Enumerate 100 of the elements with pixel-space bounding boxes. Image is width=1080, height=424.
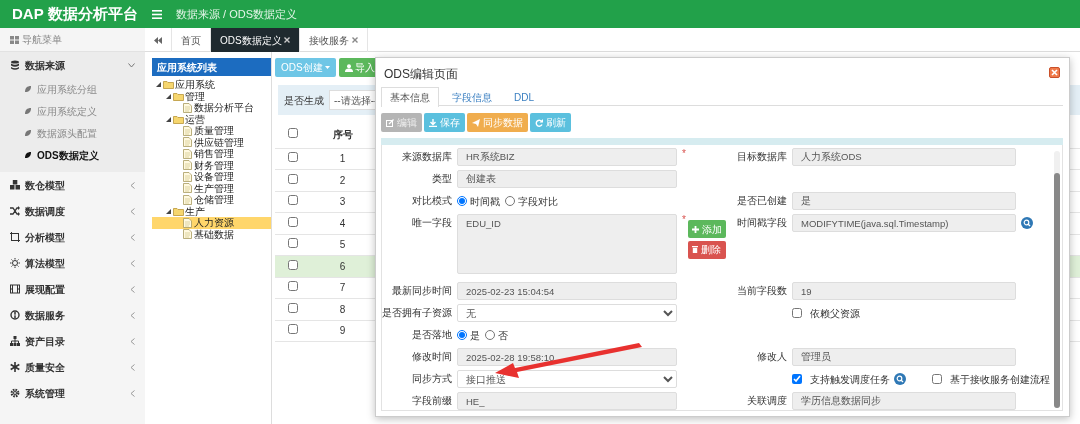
menu-item[interactable]: 展现配置 xyxy=(0,276,145,302)
row-checkbox[interactable] xyxy=(287,173,298,184)
menu-item-label: 数据来源 xyxy=(25,58,66,73)
tree-item[interactable]: 管理 xyxy=(152,90,271,102)
menu-item-label: 分析模型 xyxy=(25,230,66,245)
close-icon[interactable] xyxy=(284,37,291,43)
tree-item[interactable]: 财务管理 xyxy=(152,159,271,171)
tree-item[interactable]: 质量管理 xyxy=(152,125,271,137)
tab[interactable]: 基本信息 xyxy=(381,87,439,107)
submenu-item[interactable]: ODS数据定义 xyxy=(0,144,145,166)
row-checkbox[interactable] xyxy=(287,195,298,206)
cubes-icon xyxy=(10,180,20,190)
menu-item[interactable]: 数据调度 xyxy=(0,198,145,224)
search-icon[interactable] xyxy=(894,373,906,385)
row-checkbox[interactable] xyxy=(287,302,298,313)
chevron-left-icon xyxy=(130,337,135,345)
input-field[interactable]: HR系统BIZ xyxy=(457,148,677,166)
tree-item[interactable]: 生产管理 xyxy=(152,182,271,194)
radio-button[interactable] xyxy=(485,330,495,340)
row-checkbox[interactable] xyxy=(287,324,298,335)
menu-item[interactable]: 数据来源 xyxy=(0,52,145,78)
film-icon xyxy=(10,284,20,294)
input-field[interactable]: 管理员 xyxy=(792,348,1016,366)
input-field[interactable]: 是 xyxy=(792,192,1016,210)
checkbox[interactable] xyxy=(792,374,802,384)
tree-item[interactable]: 应用系统 xyxy=(152,79,271,91)
tree-item[interactable]: 生产 xyxy=(152,205,271,217)
document-icon xyxy=(183,137,192,148)
menu-icon[interactable] xyxy=(152,9,162,19)
field-label: 唯一字段 xyxy=(411,216,452,230)
tree-item[interactable]: 基础数据 xyxy=(152,228,271,240)
row-checkbox[interactable] xyxy=(287,152,298,163)
app-title: DAP 数据分析平台 xyxy=(11,3,139,24)
folder-icon xyxy=(163,80,174,90)
expanded-arrow-icon[interactable] xyxy=(166,116,171,122)
dialog-title: ODS编辑页面 xyxy=(384,66,459,82)
tab[interactable]: 接收服务 xyxy=(300,28,368,52)
tab[interactable]: DDL xyxy=(505,87,543,106)
tab[interactable]: 字段信息 xyxy=(443,87,501,106)
tree-item[interactable]: 销售管理 xyxy=(152,148,271,160)
chevron-left-icon xyxy=(130,233,135,241)
menu-item[interactable]: 质量安全 xyxy=(0,354,145,380)
radio-label: 是 xyxy=(470,328,480,343)
menu-item[interactable]: 系统管理 xyxy=(0,380,145,406)
input-field[interactable]: 学历信息数据同步 xyxy=(792,392,1016,410)
radio-button[interactable] xyxy=(505,196,515,206)
field-label: 关联调度 xyxy=(746,394,787,408)
input-field[interactable]: HE_ xyxy=(457,392,677,410)
row-checkbox[interactable] xyxy=(287,216,298,227)
radio-label: 否 xyxy=(498,328,508,343)
select-field[interactable]: 接口推送 xyxy=(457,370,677,388)
document-icon xyxy=(183,171,192,182)
tree-item[interactable]: 数据分析平台 xyxy=(152,102,271,114)
radio-button[interactable] xyxy=(457,196,467,206)
leaf-icon xyxy=(24,151,32,159)
sitemap-icon xyxy=(10,336,20,346)
menu-item[interactable]: 分析模型 xyxy=(0,224,145,250)
close-icon[interactable] xyxy=(1049,67,1060,78)
menu-item[interactable]: 资产目录 xyxy=(0,328,145,354)
field-label: 时间戳字段 xyxy=(736,216,787,230)
expanded-arrow-icon[interactable] xyxy=(156,82,161,88)
input-field[interactable]: MODIFYTIME(java.sql.Timestamp) xyxy=(792,214,1016,232)
select-all-checkbox[interactable] xyxy=(287,128,298,139)
input-field[interactable]: 19 xyxy=(792,282,1016,300)
field-label: 是否拥有子资源 xyxy=(382,306,452,320)
select-field[interactable]: 无 xyxy=(457,304,677,322)
row-checkbox[interactable] xyxy=(287,238,298,249)
document-icon xyxy=(183,183,192,194)
row-checkbox[interactable] xyxy=(287,281,298,292)
tree-item[interactable]: 运营 xyxy=(152,113,271,125)
chevron-left-icon xyxy=(130,207,135,215)
checkbox[interactable] xyxy=(792,308,802,318)
tree-item[interactable]: 供应链管理 xyxy=(152,136,271,148)
input-field[interactable]: 2025-02-28 19:58:10 xyxy=(457,348,677,366)
menu-item-label: 数仓模型 xyxy=(25,178,66,193)
menu-item-label: 质量安全 xyxy=(25,360,66,375)
row-checkbox[interactable] xyxy=(287,259,298,270)
menu-item[interactable]: 数仓模型 xyxy=(0,172,145,198)
document-icon xyxy=(183,229,192,240)
delete-button[interactable]: 删除 xyxy=(688,240,726,259)
tree-item[interactable]: 仓储管理 xyxy=(152,194,271,206)
field-label: 是否落地 xyxy=(411,328,452,342)
search-icon[interactable] xyxy=(1021,217,1033,229)
text-area[interactable]: EDU_ID xyxy=(457,214,677,274)
input-field[interactable]: 人力系统ODS xyxy=(792,148,1016,166)
document-icon xyxy=(183,102,192,113)
caret-icon xyxy=(325,66,331,69)
checkbox[interactable] xyxy=(932,374,942,384)
leaf-icon xyxy=(24,129,32,137)
expanded-arrow-icon[interactable] xyxy=(166,93,171,99)
menu-item[interactable]: 数据服务 xyxy=(0,302,145,328)
required-mark: * xyxy=(682,214,686,226)
tree-item[interactable]: 人力资源 xyxy=(152,217,271,229)
input-field[interactable]: 创建表 xyxy=(457,170,677,188)
expanded-arrow-icon[interactable] xyxy=(166,208,171,214)
tab[interactable]: ODS数据定义 xyxy=(211,28,301,52)
menu-item[interactable]: 算法模型 xyxy=(0,250,145,276)
radio-button[interactable] xyxy=(457,330,467,340)
input-field[interactable]: 2025-02-23 15:04:54 xyxy=(457,282,677,300)
tree-item[interactable]: 设备管理 xyxy=(152,171,271,183)
